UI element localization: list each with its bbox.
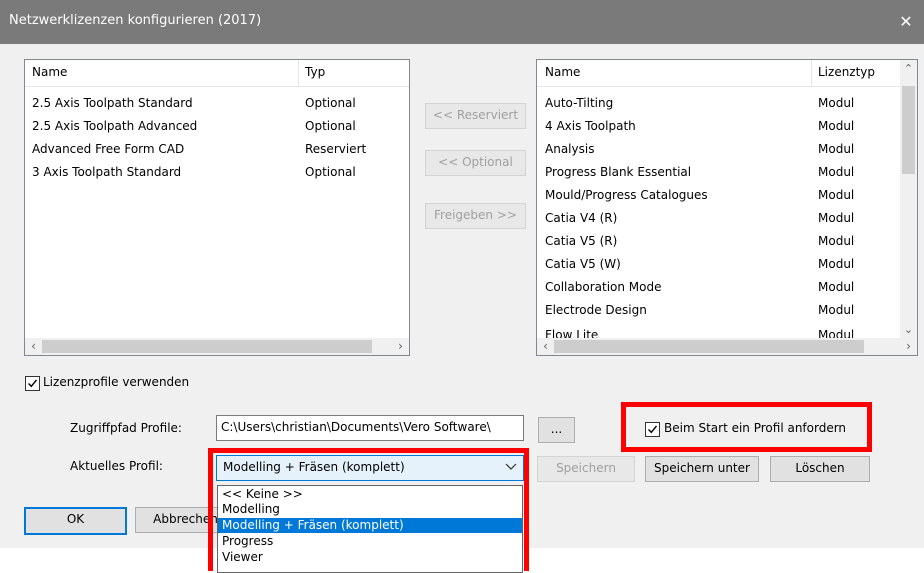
list-item-type: Optional [305, 96, 356, 110]
horizontal-scrollbar[interactable]: ‹ › [537, 338, 917, 355]
release-button[interactable]: Freigeben >> [425, 203, 526, 229]
list-item-type: Modul [818, 119, 855, 133]
list-item-type: Modul [818, 234, 855, 248]
list-item-type: Modul [818, 96, 855, 110]
checkmark-icon [28, 379, 38, 388]
highlight-frame-request-profile [621, 402, 872, 452]
list-item-name: 4 Axis Toolpath [545, 119, 636, 133]
list-item-name: Electrode Design [545, 303, 647, 317]
list-item-type: Modul [818, 211, 855, 225]
list-header: Name Typ [25, 60, 409, 87]
assigned-licenses-list[interactable]: Name Typ 2.5 Axis Toolpath Standard Opti… [24, 59, 410, 356]
list-item-type: Optional [305, 165, 356, 179]
access-path-label: Zugriffpfad Profile: [70, 421, 182, 435]
list-item-name: 2.5 Axis Toolpath Standard [32, 96, 193, 110]
list-item[interactable]: Catia V5 (W) Modul [537, 254, 900, 277]
close-icon[interactable]: ✕ [888, 0, 924, 44]
list-item-name: Auto-Tilting [545, 96, 614, 110]
optional-button[interactable]: << Optional [425, 150, 526, 176]
list-item-name: 3 Axis Toolpath Standard [32, 165, 182, 179]
column-separator [811, 60, 812, 86]
list-item-name: 2.5 Axis Toolpath Advanced [32, 119, 198, 133]
list-item[interactable]: Progress Blank Essential Modul [537, 162, 900, 185]
list-item-name: Catia V5 (R) [545, 234, 618, 248]
scrollbar-thumb[interactable] [42, 340, 372, 353]
window-title: Netzwerklizenzen konfigurieren (2017) [9, 13, 262, 28]
list-item-name: Analysis [545, 142, 595, 156]
list-item-type: Modul [818, 280, 855, 294]
list-item-name: Catia V4 (R) [545, 211, 618, 225]
list-item[interactable]: Electrode Design Modul [537, 300, 900, 323]
scrollbar-thumb[interactable] [554, 340, 864, 353]
list-item[interactable]: Mould/Progress Catalogues Modul [537, 185, 900, 208]
list-item[interactable]: 2.5 Axis Toolpath Advanced Optional [25, 116, 409, 139]
scroll-down-icon[interactable]: ⌄ [900, 321, 917, 338]
delete-button[interactable]: Löschen [770, 456, 870, 482]
scroll-right-icon[interactable]: › [392, 338, 409, 355]
column-header-name[interactable]: Name [545, 65, 580, 79]
use-profiles-checkbox[interactable] [25, 376, 40, 391]
list-item-type: Modul [818, 257, 855, 271]
list-item[interactable]: 2.5 Axis Toolpath Standard Optional [25, 93, 409, 116]
access-path-input[interactable]: C:\Users\christian\Documents\Vero Softwa… [216, 415, 524, 441]
list-item[interactable]: Catia V4 (R) Modul [537, 208, 900, 231]
list-item[interactable]: 4 Axis Toolpath Modul [537, 116, 900, 139]
access-path-value: C:\Users\christian\Documents\Vero Softwa… [221, 420, 491, 434]
save-button[interactable]: Speichern [537, 456, 635, 482]
list-item-name: Catia V5 (W) [545, 257, 621, 271]
highlight-frame-current-profile [208, 448, 529, 571]
list-item-type: Modul [818, 165, 855, 179]
list-item-name: Progress Blank Essential [545, 165, 692, 179]
ok-button[interactable]: OK [24, 507, 127, 535]
vertical-scrollbar[interactable]: ⌃ ⌄ [900, 60, 917, 338]
list-item-name: Mould/Progress Catalogues [545, 188, 708, 202]
list-item[interactable]: 3 Axis Toolpath Standard Optional [25, 162, 409, 185]
list-item[interactable]: Collaboration Mode Modul [537, 277, 900, 300]
list-item[interactable]: Auto-Tilting Modul [537, 93, 900, 116]
scroll-left-icon[interactable]: ‹ [537, 338, 554, 355]
horizontal-scrollbar[interactable]: ‹ › [25, 338, 409, 355]
list-item[interactable]: Advanced Free Form CAD Reserviert [25, 139, 409, 162]
scroll-left-icon[interactable]: ‹ [25, 338, 42, 355]
available-licenses-list[interactable]: Name Lizenztyp Auto-Tilting Modul 4 Axis… [536, 59, 918, 356]
list-item[interactable]: Analysis Modul [537, 139, 900, 162]
list-item-type: Modul [818, 303, 855, 317]
list-item-type: Reserviert [305, 142, 367, 156]
title-bar: Netzwerklizenzen konfigurieren (2017) ✕ [0, 0, 924, 44]
list-item-type: Optional [305, 119, 356, 133]
column-header-type[interactable]: Typ [305, 65, 325, 79]
save-as-button[interactable]: Speichern unter [645, 456, 759, 482]
column-header-name[interactable]: Name [32, 65, 67, 79]
browse-button[interactable]: ... [538, 417, 575, 443]
scroll-right-icon[interactable]: › [900, 338, 917, 355]
list-item-type: Modul [818, 188, 855, 202]
scrollbar-thumb[interactable] [902, 86, 915, 174]
column-separator [298, 60, 299, 86]
list-item-name: Advanced Free Form CAD [32, 142, 185, 156]
column-header-license-type[interactable]: Lizenztyp [818, 65, 875, 79]
list-item[interactable]: Catia V5 (R) Modul [537, 231, 900, 254]
scroll-up-icon[interactable]: ⌃ [900, 60, 917, 77]
reserve-button[interactable]: << Reserviert [425, 103, 526, 129]
list-header: Name Lizenztyp [537, 60, 900, 87]
list-item-name: Collaboration Mode [545, 280, 662, 294]
list-item-type: Modul [818, 142, 855, 156]
current-profile-label: Aktuelles Profil: [70, 459, 163, 473]
use-profiles-label: Lizenzprofile verwenden [43, 375, 190, 389]
